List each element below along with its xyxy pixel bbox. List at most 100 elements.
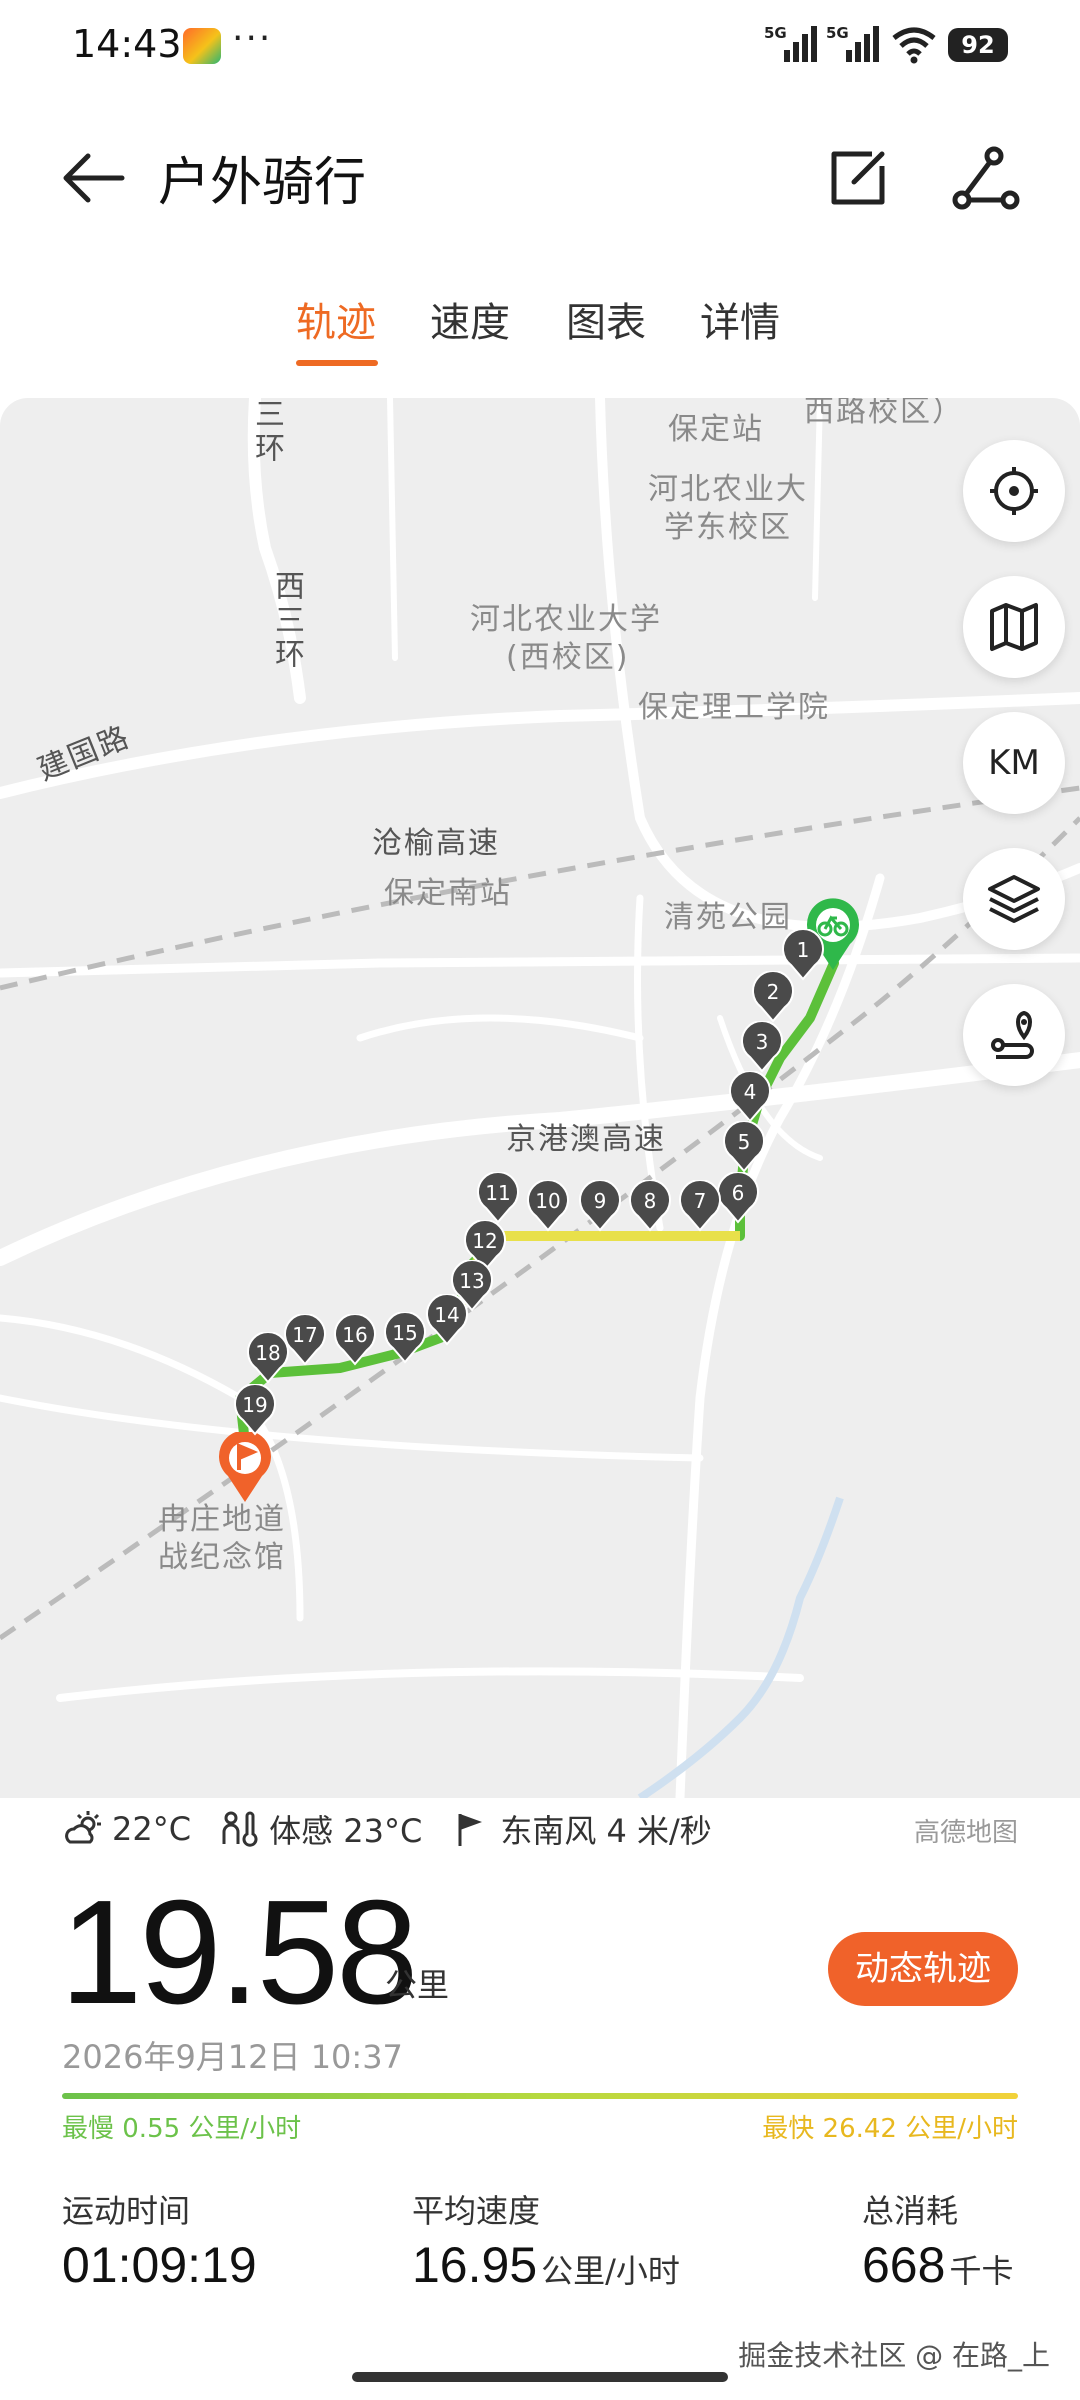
weather-wind: 东南风 4 米/秒: [450, 1806, 712, 1852]
km-marker-9: 9: [579, 1180, 621, 1232]
active-tab-indicator: [296, 360, 378, 366]
weather-wind-value: 东南风 4 米/秒: [500, 1812, 712, 1850]
share-icon[interactable]: [946, 140, 1022, 216]
thermometer-person-icon: [222, 1811, 258, 1847]
route-icon: [991, 1010, 1034, 1059]
wifi-icon: [892, 27, 936, 64]
signal-5g-icon: 5G: [764, 24, 817, 62]
km-toggle-label: KM: [988, 743, 1040, 783]
km-marker-label: 2: [767, 980, 780, 1004]
more-notifications-icon: ···: [232, 18, 273, 59]
calories-label: 总消耗: [862, 2192, 959, 2230]
map-credit: 高德地图: [914, 1818, 1019, 1848]
weather-temp-value: 22°C: [112, 1810, 192, 1848]
km-marker-11: 11: [477, 1172, 519, 1224]
km-marker-2: 2: [752, 971, 794, 1023]
dynamic-track-button[interactable]: 动态轨迹: [828, 1932, 1018, 2006]
layers-button[interactable]: [963, 848, 1065, 950]
weather-feels-like-value: 体感 23°C: [269, 1812, 423, 1850]
route-button[interactable]: [963, 984, 1065, 1086]
finish-flag-marker-icon: [219, 1432, 271, 1502]
signal1-label: 5G: [764, 24, 787, 42]
activity-datetime: 2026年9月12日 10:37: [62, 2038, 403, 2076]
km-marker-label: 19: [242, 1393, 267, 1417]
status-time: 14:43: [72, 22, 182, 66]
km-marker-label: 9: [594, 1189, 607, 1213]
km-marker-label: 5: [738, 1130, 751, 1154]
map-type-button[interactable]: [963, 576, 1065, 678]
avg-speed-label: 平均速度: [412, 2192, 541, 2230]
avg-speed: 16.95 公里/小时: [412, 2236, 680, 2294]
tab-details[interactable]: 详情: [700, 290, 780, 348]
locate-button[interactable]: [963, 440, 1065, 542]
slowest-speed: 最慢 0.55 公里/小时: [62, 2114, 302, 2144]
notification-app-icon: [183, 28, 221, 64]
calories-unit: 千卡: [949, 2252, 1014, 2290]
km-marker-5: 5: [723, 1121, 765, 1173]
signal-5g-icon-2: 5G: [826, 24, 879, 62]
fastest-speed: 最快 26.42 公里/小时: [762, 2114, 1018, 2144]
km-marker-label: 6: [732, 1181, 745, 1205]
km-marker-4: 4: [729, 1071, 771, 1123]
km-marker-16: 16: [334, 1314, 376, 1366]
map-label-xi-san-huan: 西三环: [269, 570, 304, 672]
map-label-baoding-station: 保定站: [668, 412, 764, 447]
km-marker-label: 4: [744, 1080, 757, 1104]
map-label-san-huan: 三环: [249, 398, 284, 466]
tab-bar: 轨迹 速度 图表 详情: [0, 290, 1080, 370]
calories-value: 668: [862, 2237, 946, 2293]
edit-icon[interactable]: [820, 140, 896, 216]
km-marker-label: 7: [694, 1189, 707, 1213]
avg-speed-value: 16.95: [412, 2237, 538, 2293]
avg-speed-unit: 公里/小时: [541, 2252, 680, 2290]
km-marker-19: 19: [234, 1384, 276, 1436]
total-distance-value: 19.58: [60, 1870, 418, 2035]
weather-feels-like: 体感 23°C: [219, 1806, 422, 1852]
map-label-baoding-south: 保定南站: [384, 876, 512, 911]
map-label-hebei-agri-west-2: (西校区): [506, 640, 630, 675]
layers-icon: [988, 875, 1040, 923]
map-icon: [990, 603, 1038, 651]
km-marker-label: 12: [472, 1229, 497, 1253]
km-marker-3: 3: [741, 1021, 783, 1073]
weather-row: 22°C 体感 23°C 东南风 4 米/秒: [62, 1806, 740, 1852]
map-label-baoding-tech: 保定理工学院: [638, 690, 830, 725]
tab-chart[interactable]: 图表: [566, 290, 646, 348]
duration-value: 01:09:19: [62, 2237, 257, 2293]
km-marker-label: 17: [292, 1323, 317, 1347]
km-marker-label: 15: [392, 1321, 417, 1345]
battery-indicator: 92: [948, 28, 1008, 62]
tab-track[interactable]: 轨迹: [296, 290, 376, 348]
km-marker-6: 6: [717, 1172, 759, 1224]
map-label-xilu-xiaoqu: 西路校区）: [804, 398, 964, 429]
signal2-label: 5G: [826, 24, 849, 42]
map-label-ranzhuang-2: 战纪念馆: [158, 1540, 286, 1575]
map-label-cangyu-expressway: 沧榆高速: [372, 826, 500, 861]
km-marker-label: 8: [644, 1189, 657, 1213]
km-marker-8: 8: [629, 1180, 671, 1232]
km-marker-label: 13: [459, 1269, 484, 1293]
tab-speed[interactable]: 速度: [430, 290, 510, 348]
back-arrow-icon[interactable]: [58, 148, 128, 208]
route-map[interactable]: 三环 西三环 西路校区） 保定站 河北农业大 学东校区 河北农业大学 (西校区)…: [0, 398, 1080, 1798]
map-label-jinggangao: 京港澳高速: [506, 1122, 666, 1157]
watermark: 掘金技术社区 @ 在路_上: [738, 2339, 1050, 2372]
weather-temp: 22°C: [62, 1808, 191, 1850]
km-marker-label: 1: [797, 938, 810, 962]
km-marker-label: 16: [342, 1323, 367, 1347]
page-title: 户外骑行: [158, 153, 367, 213]
partly-cloudy-icon: [65, 1811, 101, 1844]
speed-gradient-bar: [62, 2093, 1018, 2099]
duration-label: 运动时间: [62, 2192, 191, 2230]
km-marker-15: 15: [384, 1312, 426, 1364]
home-indicator[interactable]: [352, 2372, 728, 2382]
km-marker-label: 14: [434, 1303, 459, 1327]
km-toggle-button[interactable]: KM: [963, 712, 1065, 814]
locate-icon: [990, 467, 1038, 515]
km-marker-label: 10: [535, 1189, 560, 1213]
km-marker-label: 3: [756, 1030, 769, 1054]
calories: 668 千卡: [862, 2236, 1013, 2294]
status-bar: 14:43 ··· 5G 5G 92: [0, 0, 1080, 90]
km-marker-label: 18: [255, 1341, 280, 1365]
distance-unit: 公里: [385, 1966, 450, 2004]
